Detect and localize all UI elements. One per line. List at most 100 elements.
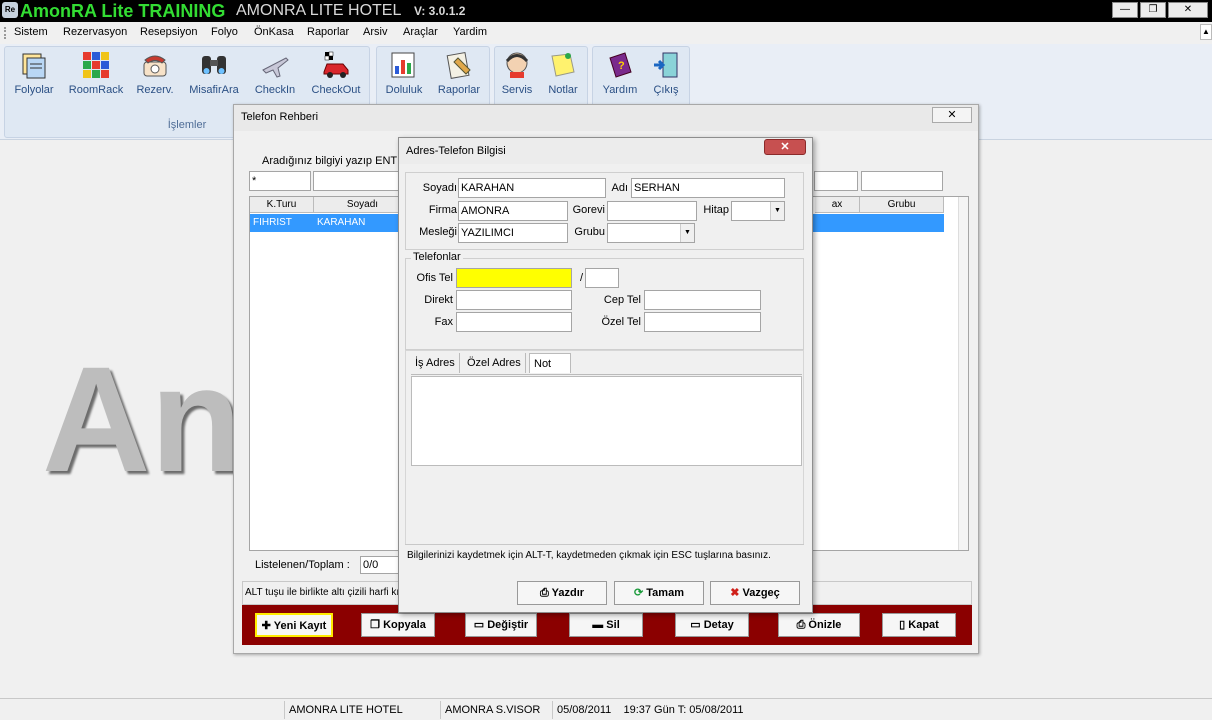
kapat-button[interactable]: ▯ Kapat: [882, 613, 956, 637]
degistir-button[interactable]: ▭ Değiştir: [465, 613, 537, 637]
menu-raporlar[interactable]: Raporlar: [307, 26, 349, 38]
yazdir-label: Yazdır: [551, 587, 585, 599]
room-rack-icon: [83, 52, 109, 78]
yazdir-button[interactable]: ⎙ Yazdır: [517, 581, 607, 605]
address-frame: [405, 350, 804, 545]
tamam-button[interactable]: ⟳ Tamam: [614, 581, 704, 605]
onizle-button[interactable]: ⎙ Önizle: [778, 613, 860, 637]
cikis-label: Çıkış: [653, 84, 679, 96]
menu-araclar[interactable]: Araçlar: [403, 26, 438, 38]
adi-field[interactable]: SERHAN: [631, 178, 785, 198]
scroll-up-icon[interactable]: ▲: [1200, 24, 1212, 40]
app-version: V: 3.0.1.2: [414, 4, 466, 18]
detay-button[interactable]: ▭ Detay: [675, 613, 749, 637]
grubu-label: Grubu: [574, 226, 605, 238]
notes-icon: [551, 53, 575, 77]
checkout-button[interactable]: CheckOut: [306, 50, 366, 96]
misafirara-button[interactable]: MisafirAra: [184, 50, 244, 96]
rezerv-button[interactable]: Rezerv.: [125, 50, 185, 96]
rezerv-label: Rezerv.: [136, 84, 174, 96]
hitap-select[interactable]: ▼: [731, 201, 785, 221]
meslegi-label: Mesleği: [419, 226, 457, 238]
chevron-down-icon[interactable]: ▼: [770, 202, 784, 220]
rehberi-filter-grubu[interactable]: [861, 171, 943, 191]
vazgec-button[interactable]: ✖ Vazgeç: [710, 581, 800, 605]
ofis-tel-ext-field[interactable]: [585, 268, 619, 288]
close-button[interactable]: ✕: [1168, 2, 1208, 18]
menu-arsiv[interactable]: Arsiv: [363, 26, 387, 38]
exit-door-icon: ▯: [899, 619, 909, 631]
sil-button[interactable]: ▬ Sil: [569, 613, 643, 637]
rehberi-search-input[interactable]: *: [249, 171, 311, 191]
folders-icon: [22, 53, 46, 79]
plus-icon: ✚: [261, 620, 274, 632]
rehberi-close-button[interactable]: ✕: [932, 107, 972, 123]
chevron-down-icon[interactable]: ▼: [680, 224, 694, 242]
app-icon: Re: [2, 2, 18, 18]
rehberi-filter-fax[interactable]: [814, 171, 858, 191]
printer-icon: ⎙: [539, 587, 552, 599]
yeni-kayit-button[interactable]: ✚ Yeni Kayıt: [255, 613, 333, 637]
checkout-label: CheckOut: [311, 84, 361, 96]
tamam-label: Tamam: [646, 587, 684, 599]
raporlar-button[interactable]: Raporlar: [429, 50, 489, 96]
roomrack-button[interactable]: RoomRack: [66, 50, 126, 96]
menu-yardim[interactable]: Yardim: [453, 26, 487, 38]
kopyala-button[interactable]: ❐ Kopyala: [361, 613, 435, 637]
reports-icon: [446, 52, 471, 79]
restore-button[interactable]: ❐: [1140, 2, 1166, 18]
dialog-hint: Bilgilerinizi kaydetmek için ALT-T, kayd…: [405, 544, 804, 572]
telefonlar-legend: Telefonlar: [411, 251, 463, 263]
fax-field[interactable]: [456, 312, 572, 332]
svg-text:?: ?: [618, 60, 625, 72]
column-header-k-turu[interactable]: K.Turu: [250, 197, 314, 213]
menu-onkasa[interactable]: ÖnKasa: [254, 26, 294, 38]
checkin-button[interactable]: CheckIn: [245, 50, 305, 96]
background-logo: An: [42, 335, 242, 503]
direkt-label: Direkt: [424, 294, 453, 306]
kopyala-label: Kopyala: [383, 619, 426, 631]
folyolar-button[interactable]: Folyolar: [4, 50, 64, 96]
grubu-select[interactable]: ▼: [607, 223, 695, 243]
firma-field[interactable]: AMONRA: [458, 201, 568, 221]
folder-open-icon: ▭: [690, 619, 704, 631]
menu-sistem[interactable]: Sistem: [14, 26, 48, 38]
rehberi-search-label: Aradığınız bilgiyi yazıp ENT: [262, 155, 398, 167]
folyolar-label: Folyolar: [14, 84, 54, 96]
dialog-close-button[interactable]: ✕: [764, 139, 806, 155]
meslegi-field[interactable]: YAZILIMCI: [458, 223, 568, 243]
column-header-grubu[interactable]: Grubu: [860, 197, 944, 213]
menu-resepsiyon[interactable]: Resepsiyon: [140, 26, 197, 38]
menu-rezervasyon[interactable]: Rezervasyon: [63, 26, 127, 38]
ozel-tel-field[interactable]: [644, 312, 761, 332]
notlar-button[interactable]: Notlar: [533, 50, 593, 96]
folder-edit-icon: ▭: [473, 619, 488, 631]
minimize-button[interactable]: —: [1112, 2, 1138, 18]
cep-tel-field[interactable]: [644, 290, 761, 310]
reservation-phone-icon: [143, 55, 167, 77]
minus-icon: ▬: [592, 619, 607, 631]
cancel-x-icon: ✖: [730, 587, 743, 599]
hotel-name: AMONRA LITE HOTEL: [236, 2, 402, 19]
adi-label: Adı: [611, 182, 628, 194]
kapat-label: Kapat: [908, 619, 939, 631]
grid-scrollbar[interactable]: [958, 197, 968, 550]
gorevi-field[interactable]: [607, 201, 697, 221]
printer-preview-icon: ⎙: [796, 619, 809, 631]
cikis-button[interactable]: Çıkış: [636, 50, 696, 96]
binoculars-icon: [202, 56, 226, 74]
doluluk-button[interactable]: Doluluk: [374, 50, 434, 96]
listed-total-value: 0/0: [360, 556, 400, 574]
rehberi-filter-soyadi[interactable]: [313, 171, 405, 191]
yeni-kayit-label: Yeni Kayıt: [273, 620, 327, 632]
gorevi-label: Gorevi: [572, 204, 605, 216]
menu-folyo[interactable]: Folyo: [211, 26, 238, 38]
checkin-label: CheckIn: [254, 84, 296, 96]
ofis-tel-field[interactable]: [456, 268, 572, 288]
direkt-field[interactable]: [456, 290, 572, 310]
dialog-title-bar: Adres-Telefon Bilgisi ✕: [399, 138, 812, 164]
service-icon: [505, 52, 529, 78]
column-header-fax[interactable]: ax: [815, 197, 860, 213]
soyadi-field[interactable]: KARAHAN: [458, 178, 606, 198]
hitap-label: Hitap: [703, 204, 729, 216]
